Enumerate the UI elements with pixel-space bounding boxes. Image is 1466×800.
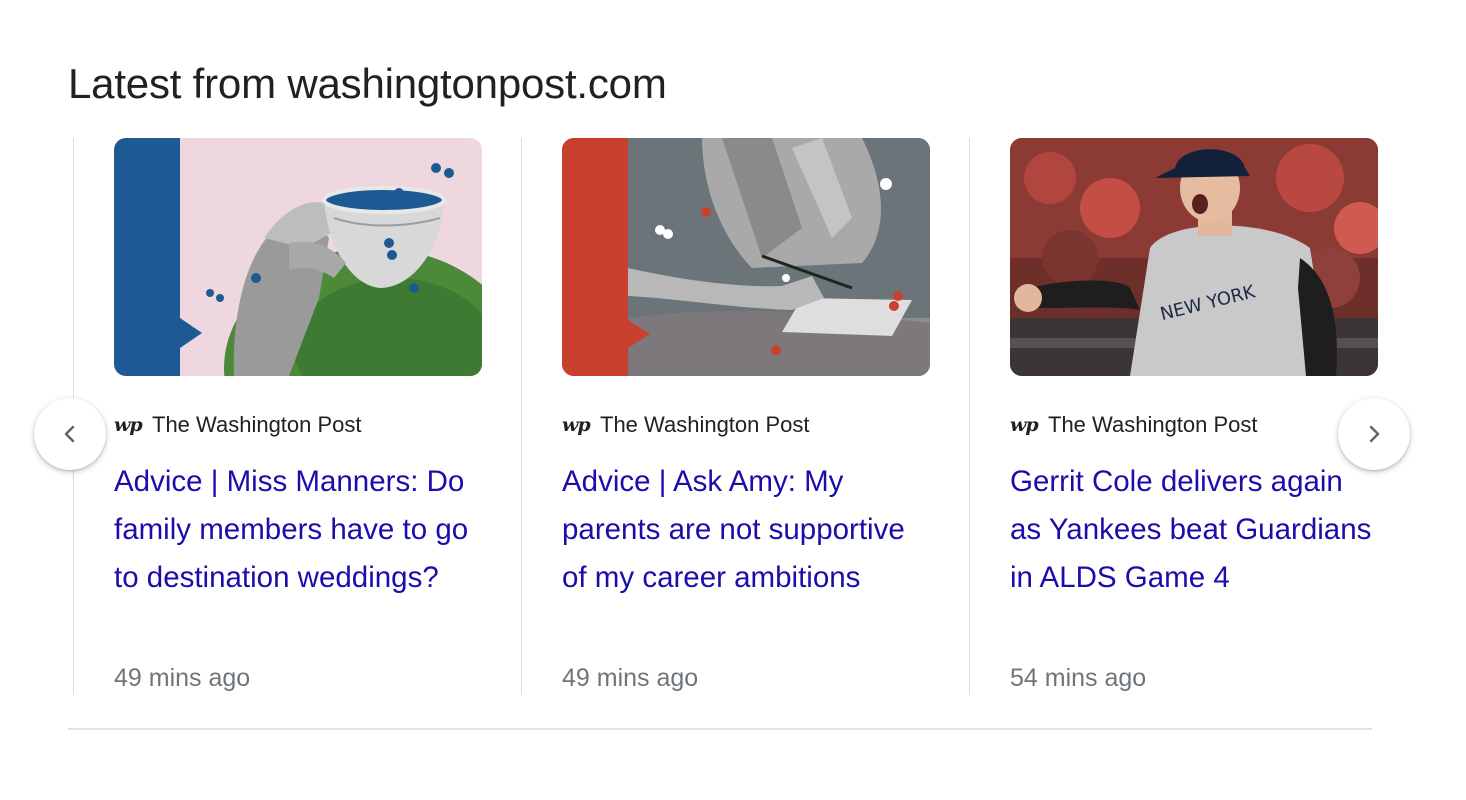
source-row: wp The Washington Post — [562, 410, 810, 440]
article-headline-link[interactable]: Advice | Miss Manners: Do family members… — [114, 458, 482, 602]
carousel-next-button[interactable] — [1338, 398, 1410, 470]
washington-post-logo-icon: wp — [1010, 414, 1039, 436]
news-card[interactable]: wp The Washington Post Advice | Miss Man… — [114, 138, 482, 695]
washington-post-logo-icon: wp — [562, 414, 591, 436]
divider — [969, 138, 970, 695]
news-card[interactable]: NEW YORK wp The Washington Post Gerrit C… — [1010, 138, 1378, 695]
chevron-left-icon — [58, 422, 82, 446]
source-row: wp The Washington Post — [1010, 410, 1258, 440]
article-thumbnail[interactable]: NEW YORK — [1010, 138, 1378, 376]
chevron-right-icon — [1362, 422, 1386, 446]
carousel-prev-button[interactable] — [34, 398, 106, 470]
timestamp: 49 mins ago — [114, 664, 251, 692]
section-divider — [68, 728, 1372, 730]
article-headline-link[interactable]: Advice | Ask Amy: My parents are not sup… — [562, 458, 930, 602]
article-headline-link[interactable]: Gerrit Cole delivers again as Yankees be… — [1010, 458, 1378, 602]
source-name: The Washington Post — [1048, 412, 1258, 437]
divider — [521, 138, 522, 695]
article-thumbnail[interactable] — [562, 138, 930, 376]
source-name: The Washington Post — [600, 412, 810, 437]
section-title: Latest from washingtonpost.com — [68, 60, 667, 107]
source-row: wp The Washington Post — [114, 410, 362, 440]
news-card[interactable]: wp The Washington Post Advice | Ask Amy:… — [562, 138, 930, 695]
timestamp: 54 mins ago — [1010, 664, 1147, 692]
timestamp: 49 mins ago — [562, 664, 699, 692]
source-name: The Washington Post — [152, 412, 362, 437]
washington-post-logo-icon: wp — [114, 414, 143, 436]
article-thumbnail[interactable] — [114, 138, 482, 376]
